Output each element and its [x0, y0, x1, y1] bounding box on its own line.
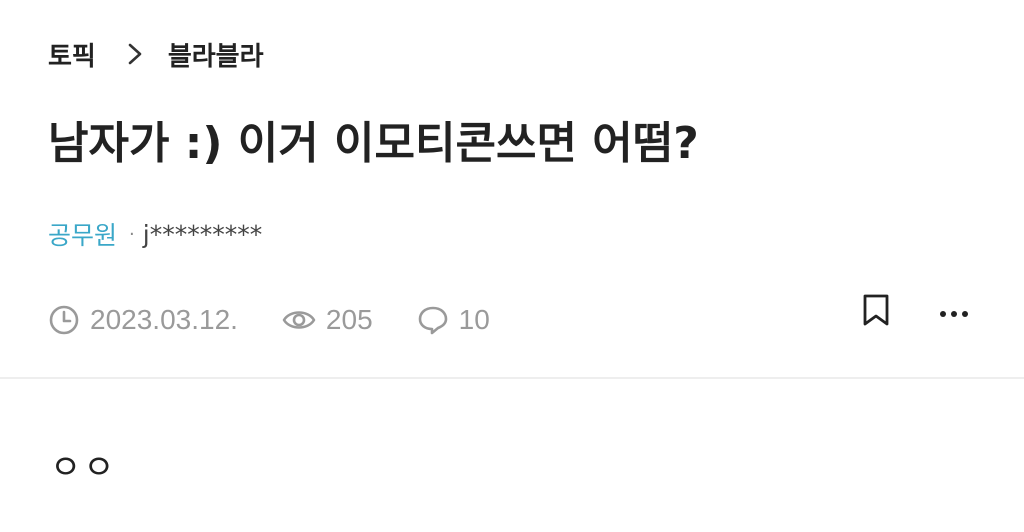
post-date: 2023.03.12. [48, 304, 238, 336]
post-body: ㅇㅇ [50, 448, 117, 488]
post-comments[interactable]: 10 [417, 304, 490, 336]
clock-icon [48, 304, 80, 336]
author-job[interactable]: 공무원 [48, 216, 117, 252]
post-views: 205 [282, 304, 373, 336]
author-info: 공무원 · j********* [48, 214, 262, 254]
post-date-text: 2023.03.12. [90, 304, 238, 335]
comment-icon [417, 304, 449, 336]
post-comments-count: 10 [458, 304, 490, 335]
post-actions [854, 290, 976, 334]
divider [0, 377, 1024, 379]
more-horizontal-icon [939, 303, 969, 322]
breadcrumb-category[interactable]: 토픽 [48, 36, 96, 73]
author-separator: · [129, 223, 135, 245]
breadcrumb: 토픽 블라블라 [48, 34, 264, 74]
more-button[interactable] [932, 290, 976, 334]
post-views-count: 205 [325, 304, 373, 335]
post-title: 남자가 :) 이거 이모티콘쓰면 어떰? [48, 118, 699, 169]
eye-icon [282, 304, 316, 336]
chevron-right-icon [126, 42, 144, 66]
author-nickname: j********* [142, 219, 263, 249]
post-meta: 2023.03.12. 205 10 [48, 300, 490, 340]
breadcrumb-topic[interactable]: 블라블라 [168, 36, 264, 73]
bookmark-button[interactable] [854, 290, 898, 334]
bookmark-icon [861, 293, 891, 331]
